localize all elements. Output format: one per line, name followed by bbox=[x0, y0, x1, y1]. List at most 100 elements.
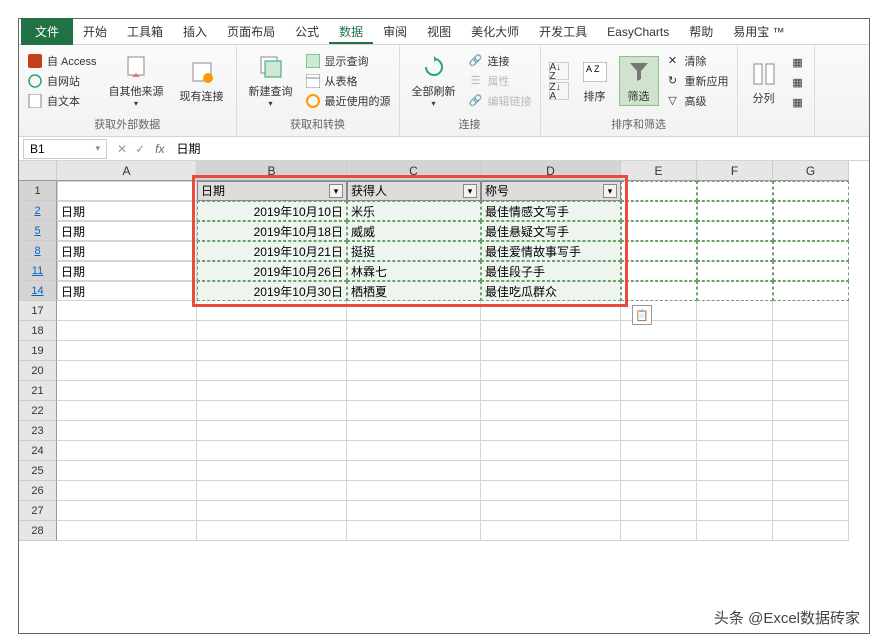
btn-from-access[interactable]: 自 Access bbox=[25, 52, 99, 70]
group-get-transform: 新建查询▾ 显示查询 从表格 最近使用的源 获取和转换 bbox=[237, 45, 400, 136]
btn-new-query[interactable]: 新建查询▾ bbox=[243, 51, 299, 110]
row-header[interactable]: 21 bbox=[19, 381, 57, 401]
row-header[interactable]: 5 bbox=[19, 221, 57, 241]
tab-view[interactable]: 视图 bbox=[417, 19, 461, 44]
props-icon: ☰ bbox=[468, 73, 484, 89]
btn-tool2[interactable]: ▦ bbox=[788, 74, 808, 92]
col-header-G[interactable]: G bbox=[773, 161, 849, 181]
fx-icon[interactable]: fx bbox=[155, 142, 170, 156]
row-header[interactable]: 1 bbox=[19, 181, 57, 201]
access-icon bbox=[27, 53, 43, 69]
refresh-icon bbox=[420, 53, 448, 81]
btn-from-web[interactable]: 自网站 bbox=[25, 72, 99, 90]
edit-links-icon: 🔗 bbox=[468, 93, 484, 109]
btn-reapply[interactable]: ↻重新应用 bbox=[663, 72, 731, 90]
row-header[interactable]: 22 bbox=[19, 401, 57, 421]
formula-bar-row: B1▾ ✕ ✓ fx 日期 bbox=[19, 137, 869, 161]
new-query-icon bbox=[257, 53, 285, 81]
footer-credit: 头条 @Excel数据砖家 bbox=[714, 607, 860, 628]
row-header[interactable]: 23 bbox=[19, 421, 57, 441]
btn-tool3[interactable]: ▦ bbox=[788, 94, 808, 112]
btn-connections[interactable]: 🔗连接 bbox=[466, 52, 534, 70]
tab-review[interactable]: 审阅 bbox=[373, 19, 417, 44]
row-header[interactable]: 17 bbox=[19, 301, 57, 321]
btn-from-text[interactable]: 自文本 bbox=[25, 92, 99, 110]
sort-asc-icon: A↓Z bbox=[549, 62, 569, 80]
ribbon-tabs: 文件 开始 工具箱 插入 页面布局 公式 数据 审阅 视图 美化大师 开发工具 … bbox=[19, 19, 869, 45]
btn-existing-connections[interactable]: 现有连接 bbox=[174, 56, 230, 106]
svg-text:A Z: A Z bbox=[586, 64, 600, 74]
globe-icon bbox=[27, 73, 43, 89]
tab-eyb[interactable]: 易用宝 ™ bbox=[723, 19, 794, 44]
col-header-F[interactable]: F bbox=[697, 161, 773, 181]
col-header-A[interactable]: A bbox=[57, 161, 197, 181]
btn-sort[interactable]: A Z 排序 bbox=[575, 56, 615, 106]
ribbon-body: 自 Access 自网站 自文本 自其他来源▾ 现有连接 获取外部数据 bbox=[19, 45, 869, 137]
row-header[interactable]: 2 bbox=[19, 201, 57, 221]
row-header[interactable]: 20 bbox=[19, 361, 57, 381]
advanced-icon: ▽ bbox=[665, 93, 681, 109]
btn-tool1[interactable]: ▦ bbox=[788, 54, 808, 72]
reapply-icon: ↻ bbox=[665, 73, 681, 89]
btn-properties: ☰属性 bbox=[466, 72, 534, 90]
group-label-gettransform: 获取和转换 bbox=[243, 114, 393, 134]
group-connections: 全部刷新▾ 🔗连接 ☰属性 🔗编辑链接 连接 bbox=[400, 45, 541, 136]
btn-recent-sources[interactable]: 最近使用的源 bbox=[303, 92, 393, 110]
spreadsheet-grid[interactable]: A B C D E F G 1 2 5 8 11 14 17 18 19 20 … bbox=[19, 161, 869, 541]
tab-home[interactable]: 开始 bbox=[73, 19, 117, 44]
sort-desc-icon: Z↓A bbox=[549, 82, 569, 100]
cancel-formula-icon: ✕ bbox=[117, 142, 127, 156]
paste-options-icon[interactable]: 📋 bbox=[632, 305, 652, 325]
tab-file[interactable]: 文件 bbox=[21, 18, 73, 45]
text-to-col-icon bbox=[750, 60, 778, 88]
tab-developer[interactable]: 开发工具 bbox=[529, 19, 597, 44]
btn-text-to-columns[interactable]: 分列 bbox=[744, 58, 784, 108]
row-header[interactable]: 28 bbox=[19, 521, 57, 541]
group-label-sortfilter: 排序和筛选 bbox=[547, 114, 731, 134]
other-sources-icon bbox=[122, 53, 150, 81]
clear-icon: ✕ bbox=[665, 53, 681, 69]
row-header[interactable]: 24 bbox=[19, 441, 57, 461]
sort-icon: A Z bbox=[581, 58, 609, 86]
group-external-data: 自 Access 自网站 自文本 自其他来源▾ 现有连接 获取外部数据 bbox=[19, 45, 237, 136]
row-header[interactable]: 19 bbox=[19, 341, 57, 361]
tab-data[interactable]: 数据 bbox=[329, 19, 373, 44]
group-label-extdata: 获取外部数据 bbox=[25, 114, 230, 134]
row-header[interactable]: 25 bbox=[19, 461, 57, 481]
name-box[interactable]: B1▾ bbox=[23, 139, 107, 159]
tab-insert[interactable]: 插入 bbox=[173, 19, 217, 44]
tab-pagelayout[interactable]: 页面布局 bbox=[217, 19, 285, 44]
btn-from-table[interactable]: 从表格 bbox=[303, 72, 393, 90]
tab-toolbox[interactable]: 工具箱 bbox=[117, 19, 173, 44]
accept-formula-icon: ✓ bbox=[135, 142, 145, 156]
col-header-E[interactable]: E bbox=[621, 161, 697, 181]
formula-input[interactable]: 日期 bbox=[170, 138, 869, 159]
btn-other-sources[interactable]: 自其他来源▾ bbox=[103, 51, 170, 110]
row-header[interactable]: 18 bbox=[19, 321, 57, 341]
row-header[interactable]: 26 bbox=[19, 481, 57, 501]
conn-icon: 🔗 bbox=[468, 53, 484, 69]
row-header[interactable]: 11 bbox=[19, 261, 57, 281]
btn-clear[interactable]: ✕清除 bbox=[663, 52, 731, 70]
btn-advanced[interactable]: ▽高级 bbox=[663, 92, 731, 110]
row-header[interactable]: 14 bbox=[19, 281, 57, 301]
tab-formulas[interactable]: 公式 bbox=[285, 19, 329, 44]
tab-easycharts[interactable]: EasyCharts bbox=[597, 21, 679, 43]
existing-conn-icon bbox=[188, 58, 216, 86]
btn-sort-az[interactable]: A↓Z Z↓A bbox=[547, 60, 571, 102]
tab-help[interactable]: 帮助 bbox=[679, 19, 723, 44]
from-table-icon bbox=[305, 73, 321, 89]
group-sort-filter: A↓Z Z↓A A Z 排序 筛选 ✕清除 ↻重新应用 ▽高级 排序和筛选 bbox=[541, 45, 738, 136]
tab-beautify[interactable]: 美化大师 bbox=[461, 19, 529, 44]
row-header[interactable]: 27 bbox=[19, 501, 57, 521]
btn-refresh-all[interactable]: 全部刷新▾ bbox=[406, 51, 462, 110]
btn-filter[interactable]: 筛选 bbox=[619, 56, 659, 106]
row-headers[interactable]: 1 2 5 8 11 14 17 18 19 20 21 22 23 24 25… bbox=[19, 181, 57, 541]
recent-icon bbox=[305, 93, 321, 109]
btn-show-queries[interactable]: 显示查询 bbox=[303, 52, 393, 70]
select-all-corner[interactable] bbox=[19, 161, 57, 181]
chevron-down-icon[interactable]: ▾ bbox=[95, 143, 100, 154]
show-queries-icon bbox=[305, 53, 321, 69]
funnel-icon bbox=[625, 58, 653, 86]
row-header[interactable]: 8 bbox=[19, 241, 57, 261]
